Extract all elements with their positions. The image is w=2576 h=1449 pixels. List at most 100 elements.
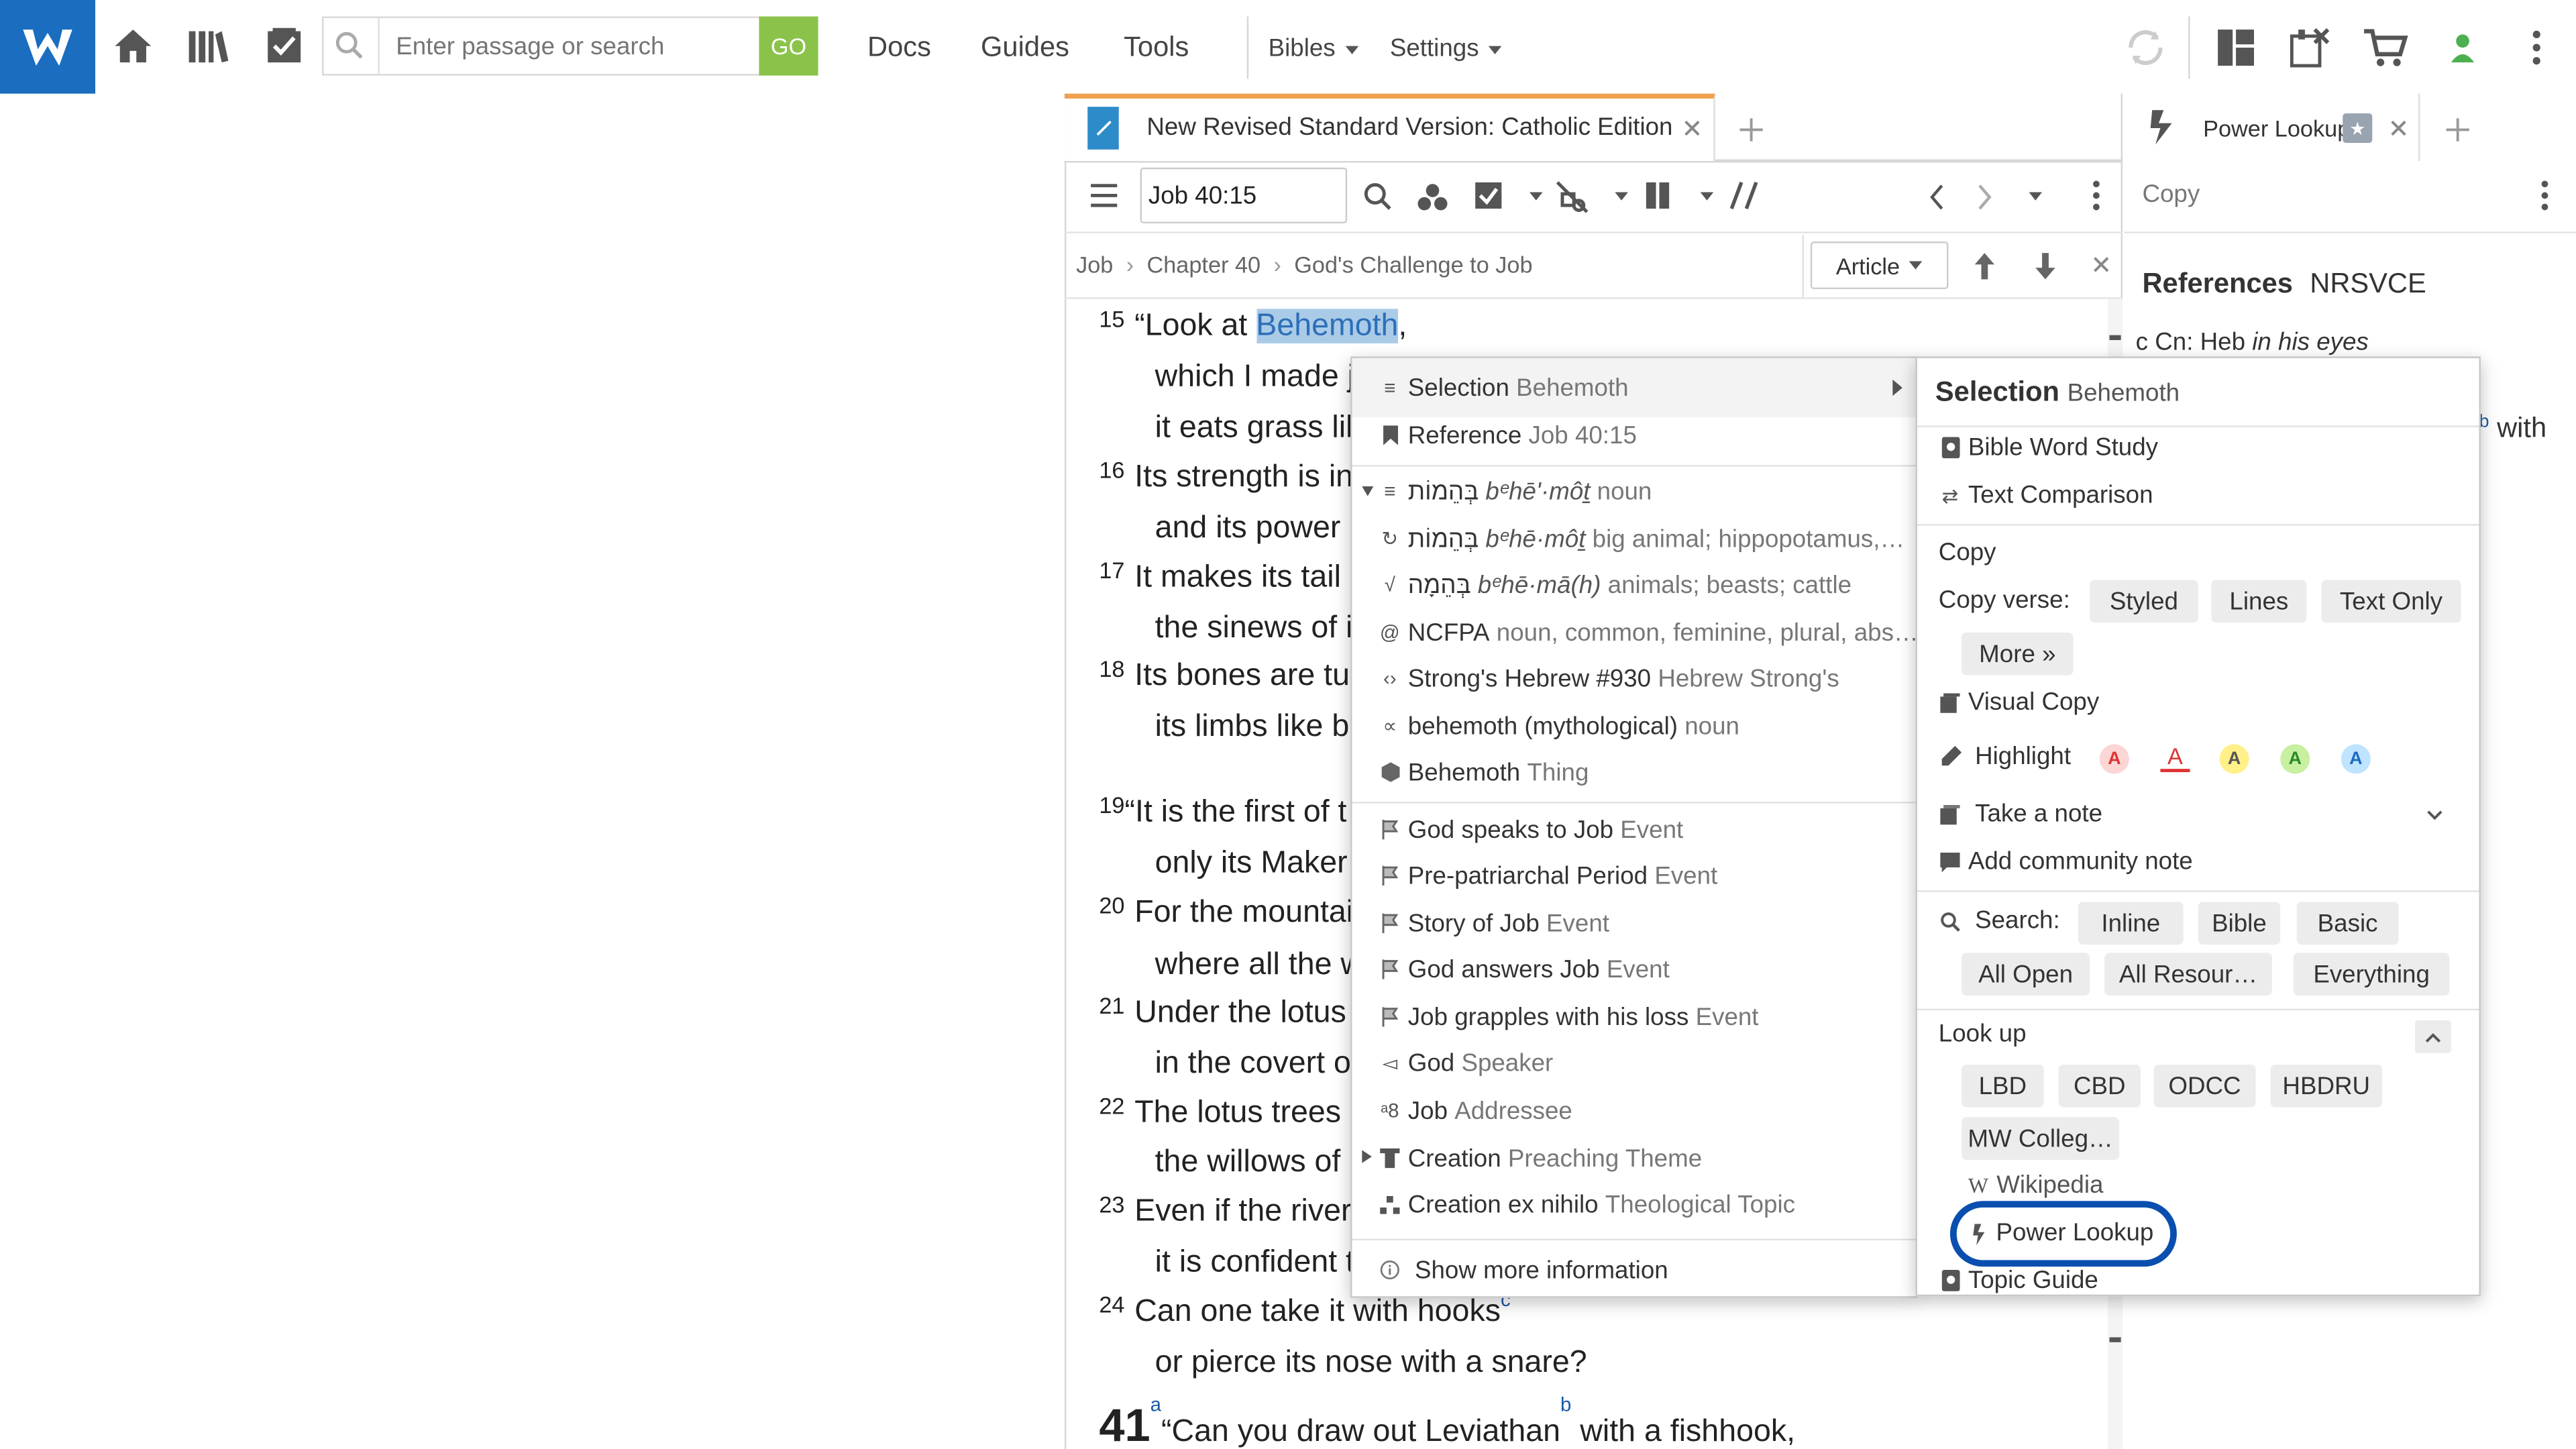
menu-item-addressee[interactable]: ᵃ8 Job Addressee <box>1379 1094 1572 1127</box>
search-bible-button[interactable]: Bible <box>2198 902 2281 945</box>
verse-number[interactable]: 18 <box>1099 655 1124 682</box>
community-note-item[interactable]: Add community note <box>1939 848 2193 875</box>
expand-triangle-icon[interactable] <box>1360 484 1374 498</box>
lookup-odcc-button[interactable]: ODCC <box>2153 1064 2256 1108</box>
chevron-down-icon[interactable] <box>1700 192 1714 201</box>
verse-number[interactable]: 16 <box>1099 457 1124 483</box>
wikipedia-item[interactable]: W Wikipedia <box>1968 1171 2104 1199</box>
text-comparison-item[interactable]: ⇄ Text Comparison <box>1939 482 2153 510</box>
menu-item-event[interactable]: God answers Job Event <box>1379 953 1670 985</box>
show-more-information[interactable]: Show more information <box>1379 1254 1668 1287</box>
search-basic-button[interactable]: Basic <box>2296 902 2399 945</box>
add-tab-icon[interactable] <box>1733 112 1770 148</box>
search-everything-button[interactable]: Everything <box>2293 953 2450 996</box>
verse-number[interactable]: 19 <box>1099 792 1124 818</box>
close-tab-icon[interactable] <box>1679 115 1705 141</box>
expand-triangle-icon[interactable] <box>1360 1148 1374 1165</box>
power-lookup-item[interactable]: Power Lookup <box>1949 1201 2177 1267</box>
search-all-open-button[interactable]: All Open <box>1962 953 2090 996</box>
footnote-marker[interactable]: a <box>1150 1393 1161 1416</box>
close-bar-icon[interactable] <box>2088 252 2114 278</box>
menu-item-sense[interactable]: ∝ behemoth (mythological) noun <box>1379 710 1739 743</box>
menu-item-lemma[interactable]: ≡ בְּהֵמוֹת bᵉhēʹ·môṯ noun <box>1379 475 1652 508</box>
highlight-item[interactable]: Highlight <box>1939 743 2071 771</box>
layouts-icon[interactable] <box>2213 25 2259 71</box>
verse-number[interactable]: 21 <box>1099 992 1124 1018</box>
footnote-marker[interactable]: b <box>1560 1393 1571 1416</box>
visual-filters-icon[interactable] <box>1415 179 1451 215</box>
copy-styled-button[interactable]: Styled <box>2090 580 2198 623</box>
reference-box[interactable]: Job 40:15 <box>1140 167 1348 224</box>
bibles-dropdown[interactable]: Bibles <box>1269 34 1358 62</box>
tools-menu[interactable]: Tools <box>1124 32 1189 64</box>
cart-icon[interactable] <box>2361 25 2410 71</box>
menu-item-event[interactable]: Pre-patriarchal Period Event <box>1379 859 1717 892</box>
highlight-underline-swatch[interactable]: A <box>2160 743 2190 773</box>
copy-more-button[interactable]: More » <box>1962 632 2074 676</box>
copy-text-only-button[interactable]: Text Only <box>2321 580 2461 623</box>
verse-number[interactable]: 23 <box>1099 1191 1124 1218</box>
arrow-up-icon[interactable] <box>1968 246 2001 286</box>
chapter-number[interactable]: 41 <box>1099 1400 1150 1449</box>
menu-item-event[interactable]: Job grapples with his loss Event <box>1379 1000 1759 1033</box>
verse-number[interactable]: 20 <box>1099 892 1124 918</box>
highlight-blue-swatch[interactable]: A <box>2341 744 2371 774</box>
pin-star-icon[interactable]: ★ <box>2343 113 2373 144</box>
go-button[interactable]: GO <box>759 16 818 76</box>
add-tab-icon[interactable] <box>2440 112 2476 148</box>
more-vertical-icon[interactable] <box>2083 177 2109 213</box>
menu-item-theme[interactable]: Creation Preaching Theme <box>1379 1142 1702 1175</box>
article-dropdown[interactable]: Article <box>1810 241 1949 290</box>
search-inline-button[interactable]: Inline <box>2078 902 2184 945</box>
menu-item-reference[interactable]: Reference Job 40:15 <box>1379 419 1637 451</box>
forward-icon[interactable] <box>1970 179 1999 215</box>
home-icon[interactable] <box>112 25 155 68</box>
guides-menu[interactable]: Guides <box>981 32 1069 64</box>
search-icon[interactable] <box>1360 179 1397 215</box>
menu-item-event[interactable]: God speaks to Job Event <box>1379 813 1683 846</box>
search-input[interactable] <box>396 28 741 64</box>
interlinear-icon[interactable] <box>1552 177 1592 217</box>
menu-item-topic[interactable]: Creation ex nihilo Theological Topic <box>1379 1188 1795 1221</box>
chevron-down-icon[interactable] <box>1529 192 1543 201</box>
more-vertical-icon[interactable] <box>2520 25 2553 71</box>
highlight-red-swatch[interactable]: A <box>2099 744 2129 774</box>
menu-item-event[interactable]: Story of Job Event <box>1379 907 1609 940</box>
highlighting-icon[interactable] <box>1470 177 1507 213</box>
history-dropdown-icon[interactable] <box>2029 192 2043 201</box>
user-icon[interactable] <box>2440 25 2486 71</box>
logos-logo-button[interactable] <box>0 0 96 94</box>
breadcrumb-book[interactable]: Job <box>1076 252 1113 278</box>
sync-icon[interactable] <box>2123 25 2169 71</box>
chevron-up-icon[interactable] <box>2415 1020 2451 1053</box>
reading-plan-icon[interactable] <box>263 25 306 68</box>
menu-item-root[interactable]: √ בְּהֵמָה bᵉhē·mā(h) animals; beasts; ca… <box>1379 568 1851 601</box>
settings-dropdown[interactable]: Settings <box>1390 34 1502 62</box>
menu-item-strongs[interactable]: ‹› Strong's Hebrew #930 Hebrew Strong's <box>1379 662 1839 695</box>
docs-menu[interactable]: Docs <box>867 32 931 64</box>
close-panels-icon[interactable] <box>2287 25 2333 71</box>
lookup-cbd-button[interactable]: CBD <box>2058 1064 2141 1108</box>
close-tab-icon[interactable] <box>2385 115 2412 141</box>
verse-number[interactable]: 24 <box>1099 1291 1124 1318</box>
breadcrumb-section[interactable]: God's Challenge to Job <box>1294 252 1532 278</box>
topic-guide-item[interactable]: Topic Guide <box>1939 1267 2098 1295</box>
bible-word-study-item[interactable]: Bible Word Study <box>1939 434 2158 462</box>
selected-word[interactable]: Behemoth <box>1256 309 1399 343</box>
hamburger-menu-icon[interactable] <box>1086 179 1122 212</box>
library-icon[interactable] <box>186 25 232 68</box>
parallel-resources-icon[interactable] <box>1725 177 1764 213</box>
copy-button[interactable]: Copy <box>2142 180 2200 209</box>
breadcrumb-chapter[interactable]: Chapter 40 <box>1146 252 1260 278</box>
lookup-lbd-button[interactable]: LBD <box>1962 1064 2044 1108</box>
menu-item-selection[interactable]: ≡ Selection Behemoth <box>1379 371 1628 404</box>
highlight-yellow-swatch[interactable]: A <box>2219 744 2249 774</box>
more-vertical-icon[interactable] <box>2533 177 2556 213</box>
arrow-down-icon[interactable] <box>2029 246 2061 286</box>
lookup-hbdru-button[interactable]: HBDRU <box>2270 1064 2383 1108</box>
menu-item-lexical[interactable]: ↻ בְּהֵמוֹת bᵉhē·môṯ big animal; hippopot… <box>1379 523 1905 555</box>
back-icon[interactable] <box>1922 179 1951 215</box>
parallel-columns-icon[interactable] <box>1640 177 1676 213</box>
verse-number[interactable]: 17 <box>1099 557 1124 583</box>
search-all-resources-button[interactable]: All Resour… <box>2104 953 2272 996</box>
